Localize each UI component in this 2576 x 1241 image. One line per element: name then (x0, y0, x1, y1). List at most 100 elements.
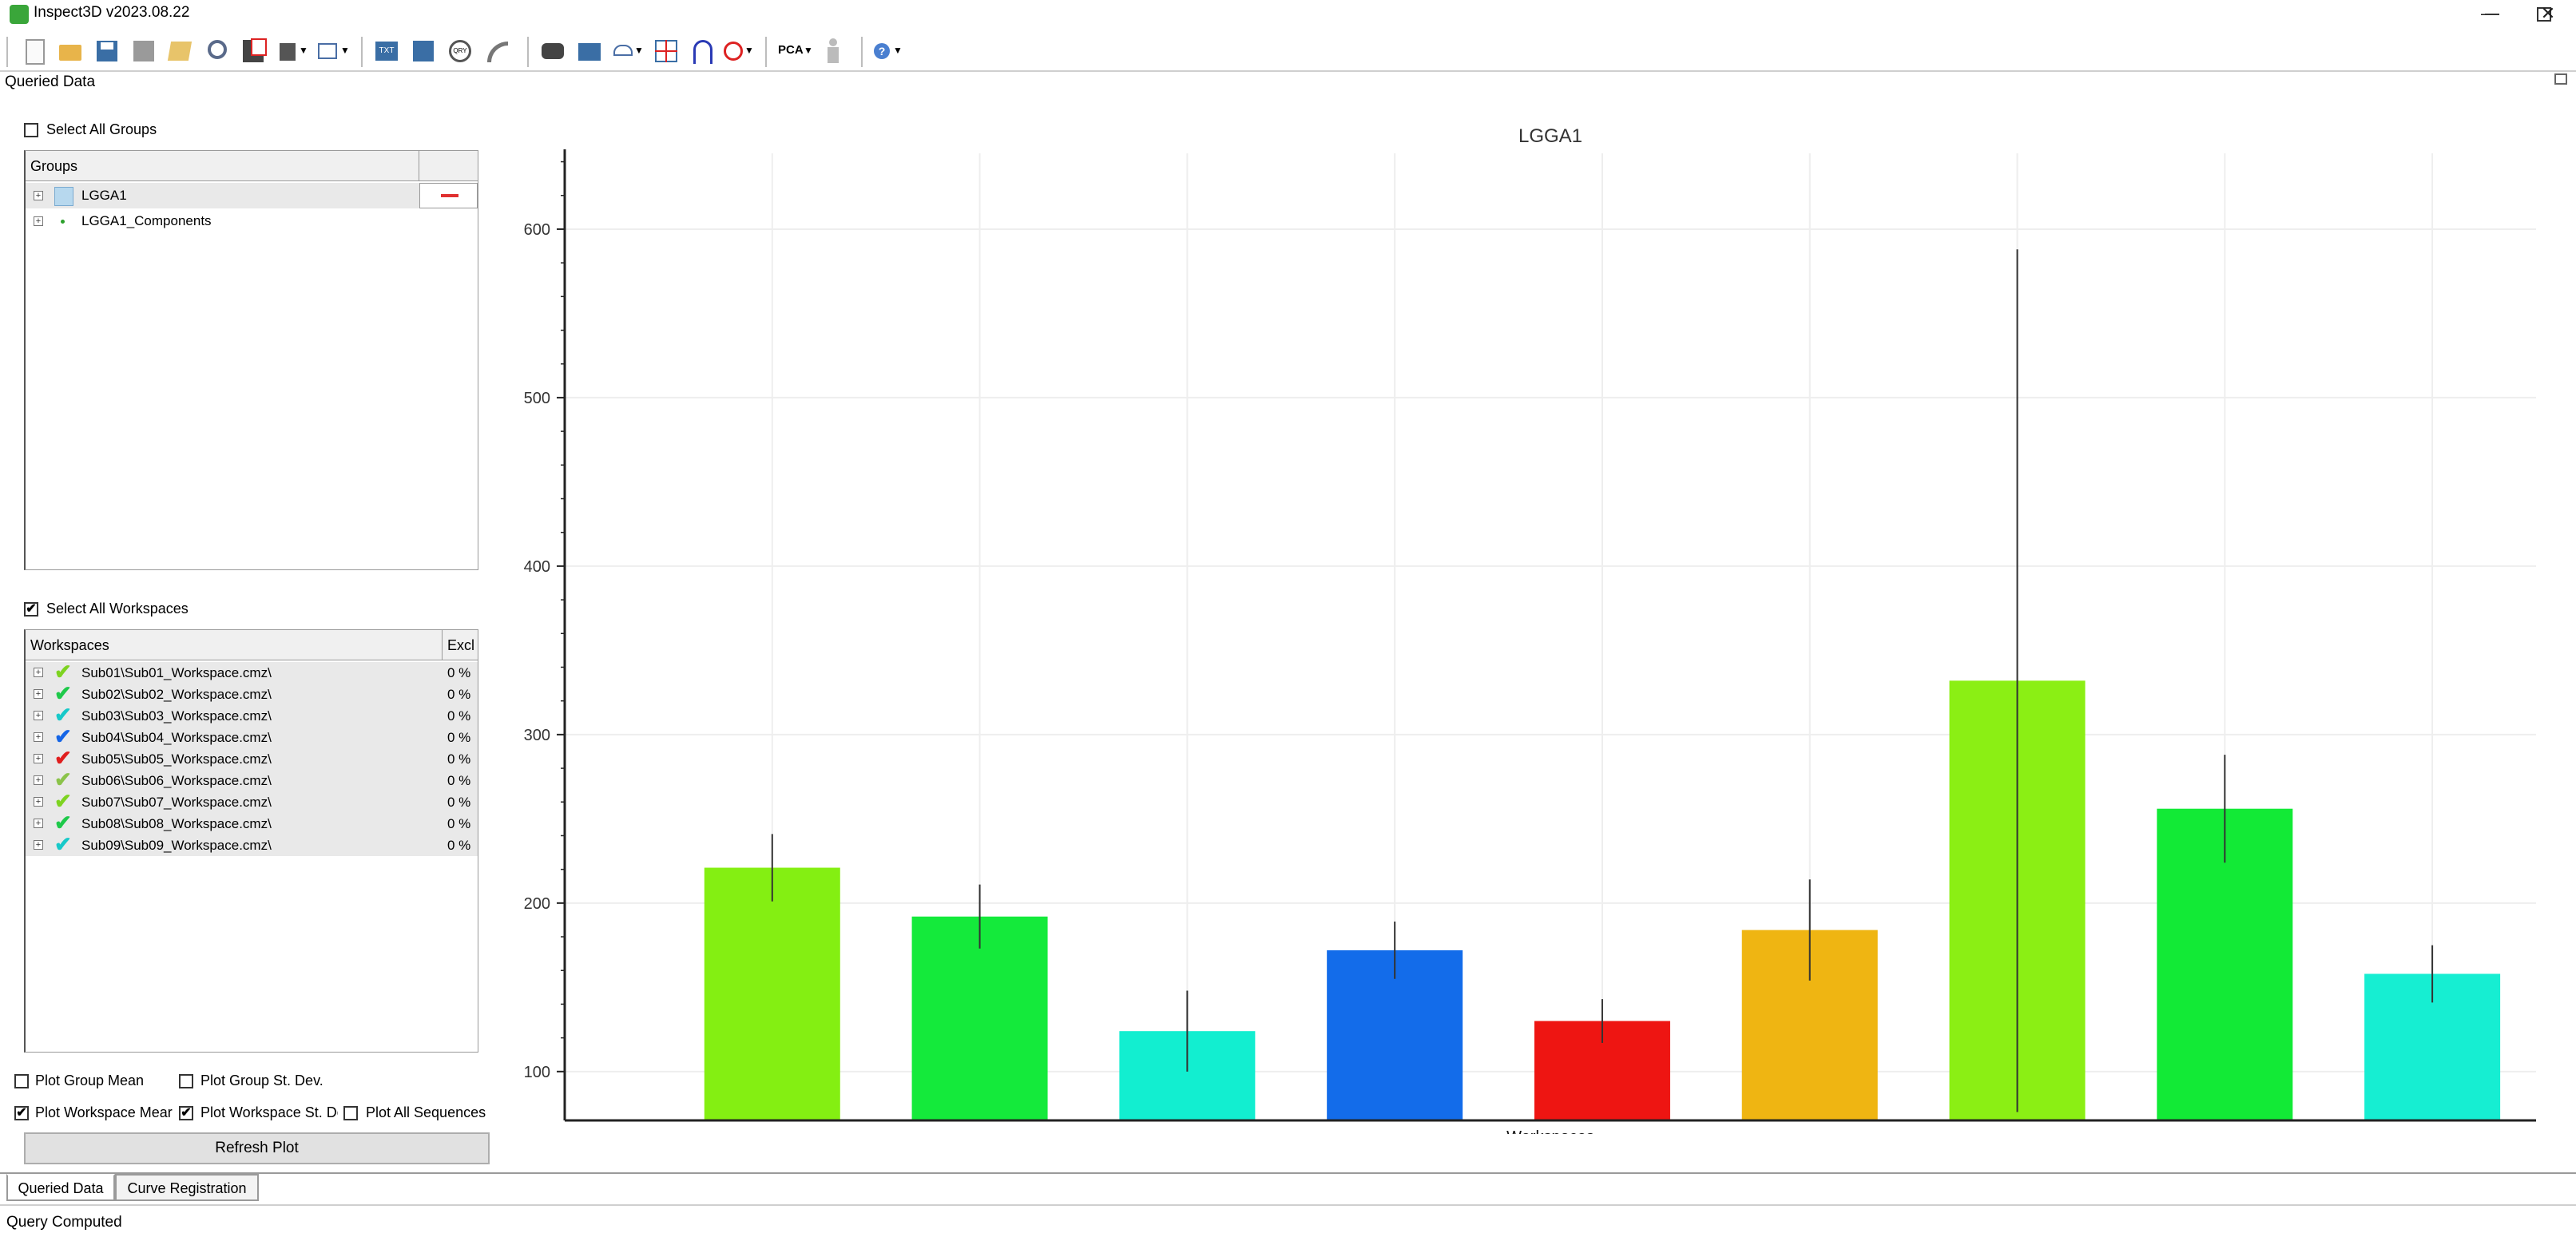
expand-icon[interactable]: + (34, 775, 43, 785)
workspace-row[interactable]: + ✔ Sub05\Sub05_Workspace.cmz\ 0 % (26, 747, 478, 770)
close-button[interactable]: ✕ (2520, 0, 2576, 27)
y-tick-label: 200 (524, 895, 550, 913)
pca-dropdown-icon[interactable]: PCA ▼ (776, 37, 813, 65)
checkmark-icon[interactable]: ✔ (54, 747, 72, 768)
workspaces-header[interactable]: Workspaces (26, 630, 443, 660)
workspace-excl: 0 % (447, 687, 471, 702)
workspace-excl: 0 % (447, 773, 471, 788)
expand-icon[interactable]: + (34, 797, 43, 807)
workspace-name: Sub03\Sub03_Workspace.cmz\ (81, 708, 272, 724)
expand-icon[interactable]: + (34, 819, 43, 828)
minimize-icon[interactable] (2464, 0, 2520, 27)
plot-workspace-mean-label: Plot Workspace Mear (35, 1104, 173, 1120)
expand-icon[interactable]: + (34, 754, 43, 763)
checkmark-icon[interactable]: ✔ (54, 683, 72, 704)
bar (704, 867, 840, 1120)
window-title: Inspect3D v2023.08.22 (34, 4, 190, 21)
group-color-swatch[interactable] (419, 183, 478, 208)
save-plot-icon[interactable] (409, 37, 438, 65)
chart-title: LGGA1 (1518, 125, 1582, 147)
excl-header[interactable]: Excl (443, 630, 478, 660)
save-icon[interactable] (93, 37, 121, 65)
expand-icon[interactable]: + (34, 840, 43, 850)
query-refresh-icon[interactable]: QRY (446, 37, 474, 65)
y-tick-label: 500 (524, 390, 550, 407)
workspace-excl: 0 % (447, 708, 471, 724)
workspace-row[interactable]: + ✔ Sub02\Sub02_Workspace.cmz\ 0 % (26, 683, 478, 705)
checkmark-icon[interactable]: ✔ (54, 704, 72, 725)
checkmark-icon[interactable]: ✔ (54, 661, 72, 682)
workspace-excl: 0 % (447, 751, 471, 767)
window-dropdown-icon[interactable]: ▼ (316, 37, 350, 65)
refresh-plot-button[interactable]: Refresh Plot (24, 1132, 490, 1164)
group-row[interactable]: + LGGA1 (26, 183, 419, 208)
help-dropdown-icon[interactable]: ? ▼ (872, 37, 903, 65)
status-bar-text: Query Computed (6, 1214, 122, 1231)
group-row[interactable]: + LGGA1_Components (26, 210, 419, 232)
workspace-row[interactable]: + ✔ Sub07\Sub07_Workspace.cmz\ 0 % (26, 791, 478, 813)
workspace-row[interactable]: + ✔ Sub03\Sub03_Workspace.cmz\ 0 % (26, 704, 478, 727)
workspace-excl: 0 % (447, 838, 471, 853)
plot-workspace-mean-checkbox[interactable]: ✔ (14, 1106, 29, 1120)
y-tick-label: 600 (524, 221, 550, 239)
groups-table: Groups + LGGA1 + LGGA1_Components (24, 150, 478, 570)
select-all-groups-checkbox[interactable] (24, 123, 38, 137)
workspace-row[interactable]: + ✔ Sub08\Sub08_Workspace.cmz\ 0 % (26, 812, 478, 835)
title-bar (0, 0, 2576, 29)
open-folder-icon[interactable] (56, 37, 85, 65)
expand-icon[interactable]: + (34, 191, 43, 200)
workspaces-table: Workspaces Excl + ✔ Sub01\Sub01_Workspace.… (24, 629, 478, 1053)
expand-icon[interactable]: + (34, 732, 43, 742)
query-cmz-icon[interactable] (203, 37, 232, 65)
app-logo-icon (10, 5, 29, 24)
new-file-icon[interactable] (19, 37, 48, 65)
workspace-name: Sub02\Sub02_Workspace.cmz\ (81, 687, 272, 702)
expand-icon[interactable]: + (34, 668, 43, 677)
checkmark-icon[interactable]: ✔ (54, 769, 72, 790)
ruler-icon[interactable] (166, 37, 195, 65)
checkmark-icon[interactable]: ✔ (54, 812, 72, 833)
expand-icon[interactable]: + (34, 689, 43, 699)
plot-group-std-checkbox[interactable] (179, 1074, 193, 1088)
animal-model-icon[interactable] (538, 37, 567, 65)
plot-workspace-std-checkbox[interactable]: ✔ (179, 1106, 193, 1120)
select-all-workspaces-checkbox[interactable]: ✔ (24, 602, 38, 617)
video-icon[interactable] (575, 37, 604, 65)
expand-icon[interactable]: + (34, 711, 43, 720)
text-export-icon[interactable]: TXT (372, 37, 401, 65)
y-tick-label: 100 (524, 1064, 550, 1081)
checkmark-icon[interactable]: ✔ (54, 834, 72, 854)
grid-axes-icon[interactable] (652, 37, 681, 65)
x-axis-label: Workspaces (1506, 1128, 1594, 1134)
export-data-icon[interactable] (240, 37, 268, 65)
groups-header[interactable]: Groups (26, 151, 419, 181)
checkmark-icon[interactable]: ✔ (54, 791, 72, 811)
workspace-row[interactable]: + ✔ Sub09\Sub09_Workspace.cmz\ 0 % (26, 834, 478, 856)
import-dropdown-icon[interactable]: ▼ (276, 37, 308, 65)
dock-title: Queried Data (5, 73, 96, 90)
groups-color-header[interactable] (419, 151, 478, 181)
curve-icon[interactable] (482, 37, 511, 65)
checkmark-icon[interactable]: ✔ (54, 726, 72, 747)
body-model-icon[interactable] (820, 37, 848, 65)
group-name: LGGA1_Components (81, 213, 212, 228)
select-all-workspaces-label: Select All Workspaces (46, 601, 189, 617)
skeleton-dropdown-icon[interactable]: ▼ (612, 37, 644, 65)
bell-curve-icon[interactable] (689, 37, 717, 65)
select-all-groups-label: Select All Groups (46, 121, 157, 137)
tab-curve-registration[interactable]: Curve Registration (115, 1174, 259, 1201)
workspace-row[interactable]: + ✔ Sub06\Sub06_Workspace.cmz\ 0 % (26, 769, 478, 791)
plot-group-mean-checkbox[interactable] (14, 1074, 29, 1088)
tab-queried-data[interactable]: Queried Data (6, 1174, 115, 1201)
workspace-excl: 0 % (447, 665, 471, 680)
workspace-row[interactable]: + ✔ Sub04\Sub04_Workspace.cmz\ 0 % (26, 726, 478, 748)
workspace-row[interactable]: + ✔ Sub01\Sub01_Workspace.cmz\ 0 % (26, 661, 478, 684)
expand-icon[interactable]: + (34, 216, 43, 226)
dock-float-button[interactable] (2554, 73, 2567, 85)
toolbar: ▼ ▼ TXT QRY ▼ ▼ PCA ▼ ? ▼ (0, 32, 2576, 70)
filter-dropdown-icon[interactable]: ▼ (722, 37, 754, 65)
plot-all-sequences-label: Plot All Sequences (366, 1104, 486, 1120)
save-as-icon[interactable] (129, 37, 158, 65)
workspace-name: Sub01\Sub01_Workspace.cmz\ (81, 665, 272, 680)
plot-all-sequences-checkbox[interactable] (343, 1106, 358, 1120)
